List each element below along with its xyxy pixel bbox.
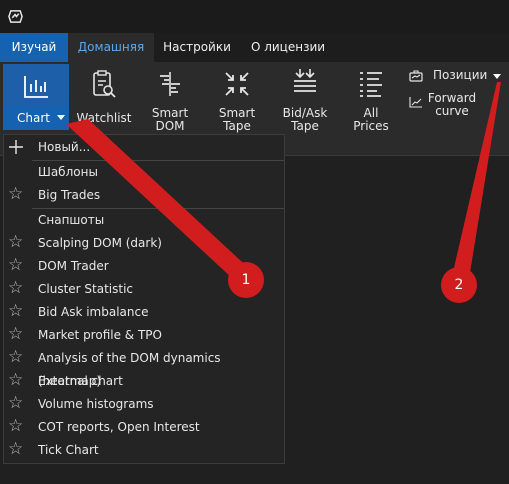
annotation-arrow-2 xyxy=(450,82,501,285)
annotation-badge-2: 2 xyxy=(441,267,477,303)
annotation-badge-1: 1 xyxy=(228,262,264,298)
annotation-arrows xyxy=(66,82,501,285)
annotation-arrow-1 xyxy=(66,119,255,279)
